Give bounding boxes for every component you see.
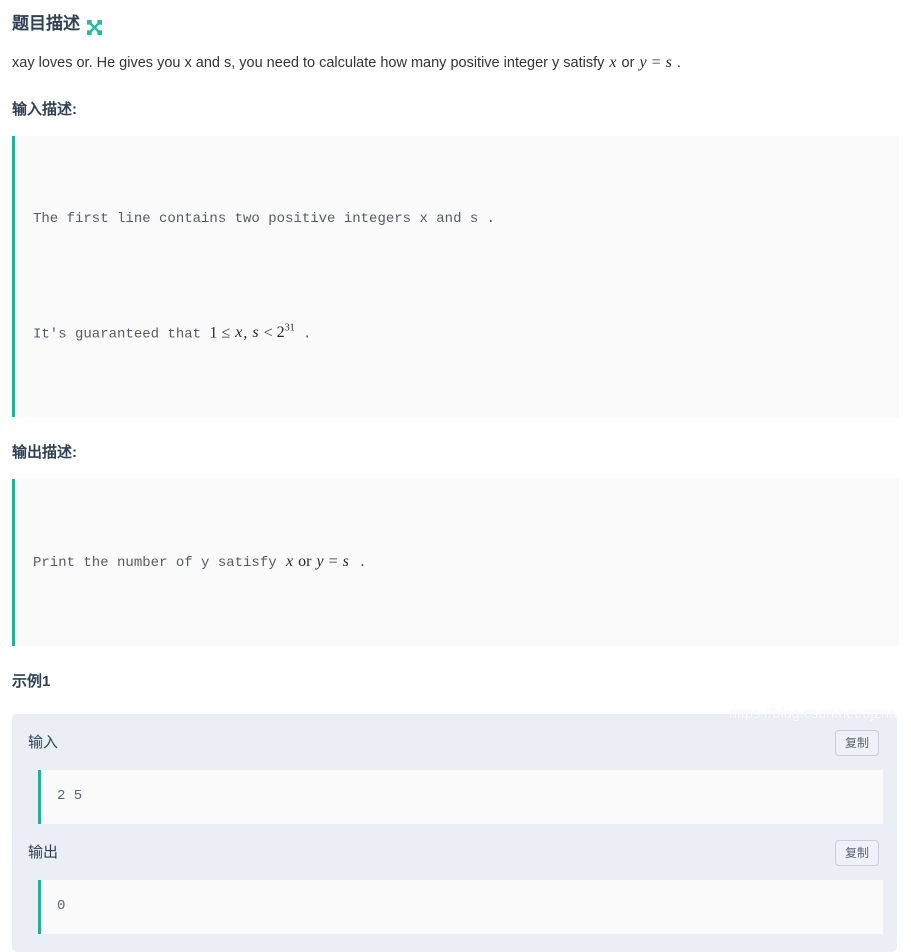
output-description-heading: 输出描述: bbox=[12, 444, 77, 462]
statement-text-suffix: . bbox=[672, 55, 681, 71]
math-x: x bbox=[609, 54, 617, 71]
example-input-value: 2 5 bbox=[38, 770, 883, 825]
math-y: y bbox=[316, 553, 324, 571]
example-input-header: 输入 复制 bbox=[12, 714, 897, 770]
math-y: y bbox=[639, 54, 647, 71]
problem-title-row: 题目描述 bbox=[0, 0, 911, 36]
example-input-label: 输入 bbox=[28, 734, 59, 752]
copy-input-button[interactable]: 复制 bbox=[834, 730, 879, 757]
output-desc-prefix: Print the number of y satisfy bbox=[33, 555, 286, 572]
expand-arrows-icon[interactable] bbox=[87, 18, 102, 35]
input-desc-line-1: The first line contains two positive int… bbox=[33, 211, 496, 227]
math-base-value: 2 bbox=[276, 324, 285, 342]
example-heading: 示例1 bbox=[12, 673, 51, 691]
math-equals: = bbox=[324, 553, 342, 571]
example-output-header: 输出 复制 bbox=[12, 824, 897, 880]
example-card: 输入 复制 2 5 输出 复制 0 bbox=[12, 714, 897, 952]
output-description-code: Print the number of y satisfy x or y = s… bbox=[12, 479, 899, 647]
statement-text-prefix: xay loves or. He gives you x and s, you … bbox=[12, 55, 609, 71]
input-desc-line-2: It's guaranteed that 1 ≤ x, s < 231 . bbox=[33, 316, 883, 347]
math-x: x bbox=[235, 324, 243, 342]
statement-text-mid: or bbox=[617, 55, 639, 71]
output-desc-suffix: . bbox=[349, 555, 367, 572]
math-s: s bbox=[342, 553, 349, 571]
math-exponent-value: 31 bbox=[284, 323, 295, 334]
math-less-equal: ≤ bbox=[217, 324, 235, 342]
output-desc-mid: or bbox=[294, 553, 316, 571]
input-description-section: 输入描述: The first line contains two positi… bbox=[0, 100, 911, 443]
output-desc-line-1: Print the number of y satisfy x or y = s… bbox=[33, 549, 883, 576]
input-desc-line2-prefix: It's guaranteed that bbox=[33, 326, 210, 343]
example-output-label: 输出 bbox=[28, 844, 59, 862]
output-description-section: 输出描述: Print the number of y satisfy x or… bbox=[0, 443, 911, 672]
copy-output-button[interactable]: 复制 bbox=[834, 840, 879, 867]
math-s: s bbox=[252, 324, 259, 342]
example-output-value: 0 bbox=[38, 880, 883, 935]
math-equals: = bbox=[647, 54, 665, 71]
math-s: s bbox=[665, 54, 672, 71]
problem-description-section: 题目描述 xay loves or. He gives you x and s,… bbox=[0, 0, 911, 100]
input-description-code: The first line contains two positive int… bbox=[12, 136, 899, 418]
example-section: 示例1 输入 复制 2 5 输出 复制 0 bbox=[0, 672, 911, 952]
math-x: x bbox=[286, 553, 294, 571]
math-less-than: < bbox=[259, 324, 277, 342]
math-power-base: 231 bbox=[276, 323, 295, 342]
problem-statement: xay loves or. He gives you x and s, you … bbox=[0, 36, 911, 74]
input-description-heading: 输入描述: bbox=[12, 101, 77, 118]
page-title: 题目描述 bbox=[12, 14, 80, 33]
input-desc-line2-suffix: . bbox=[294, 326, 312, 343]
